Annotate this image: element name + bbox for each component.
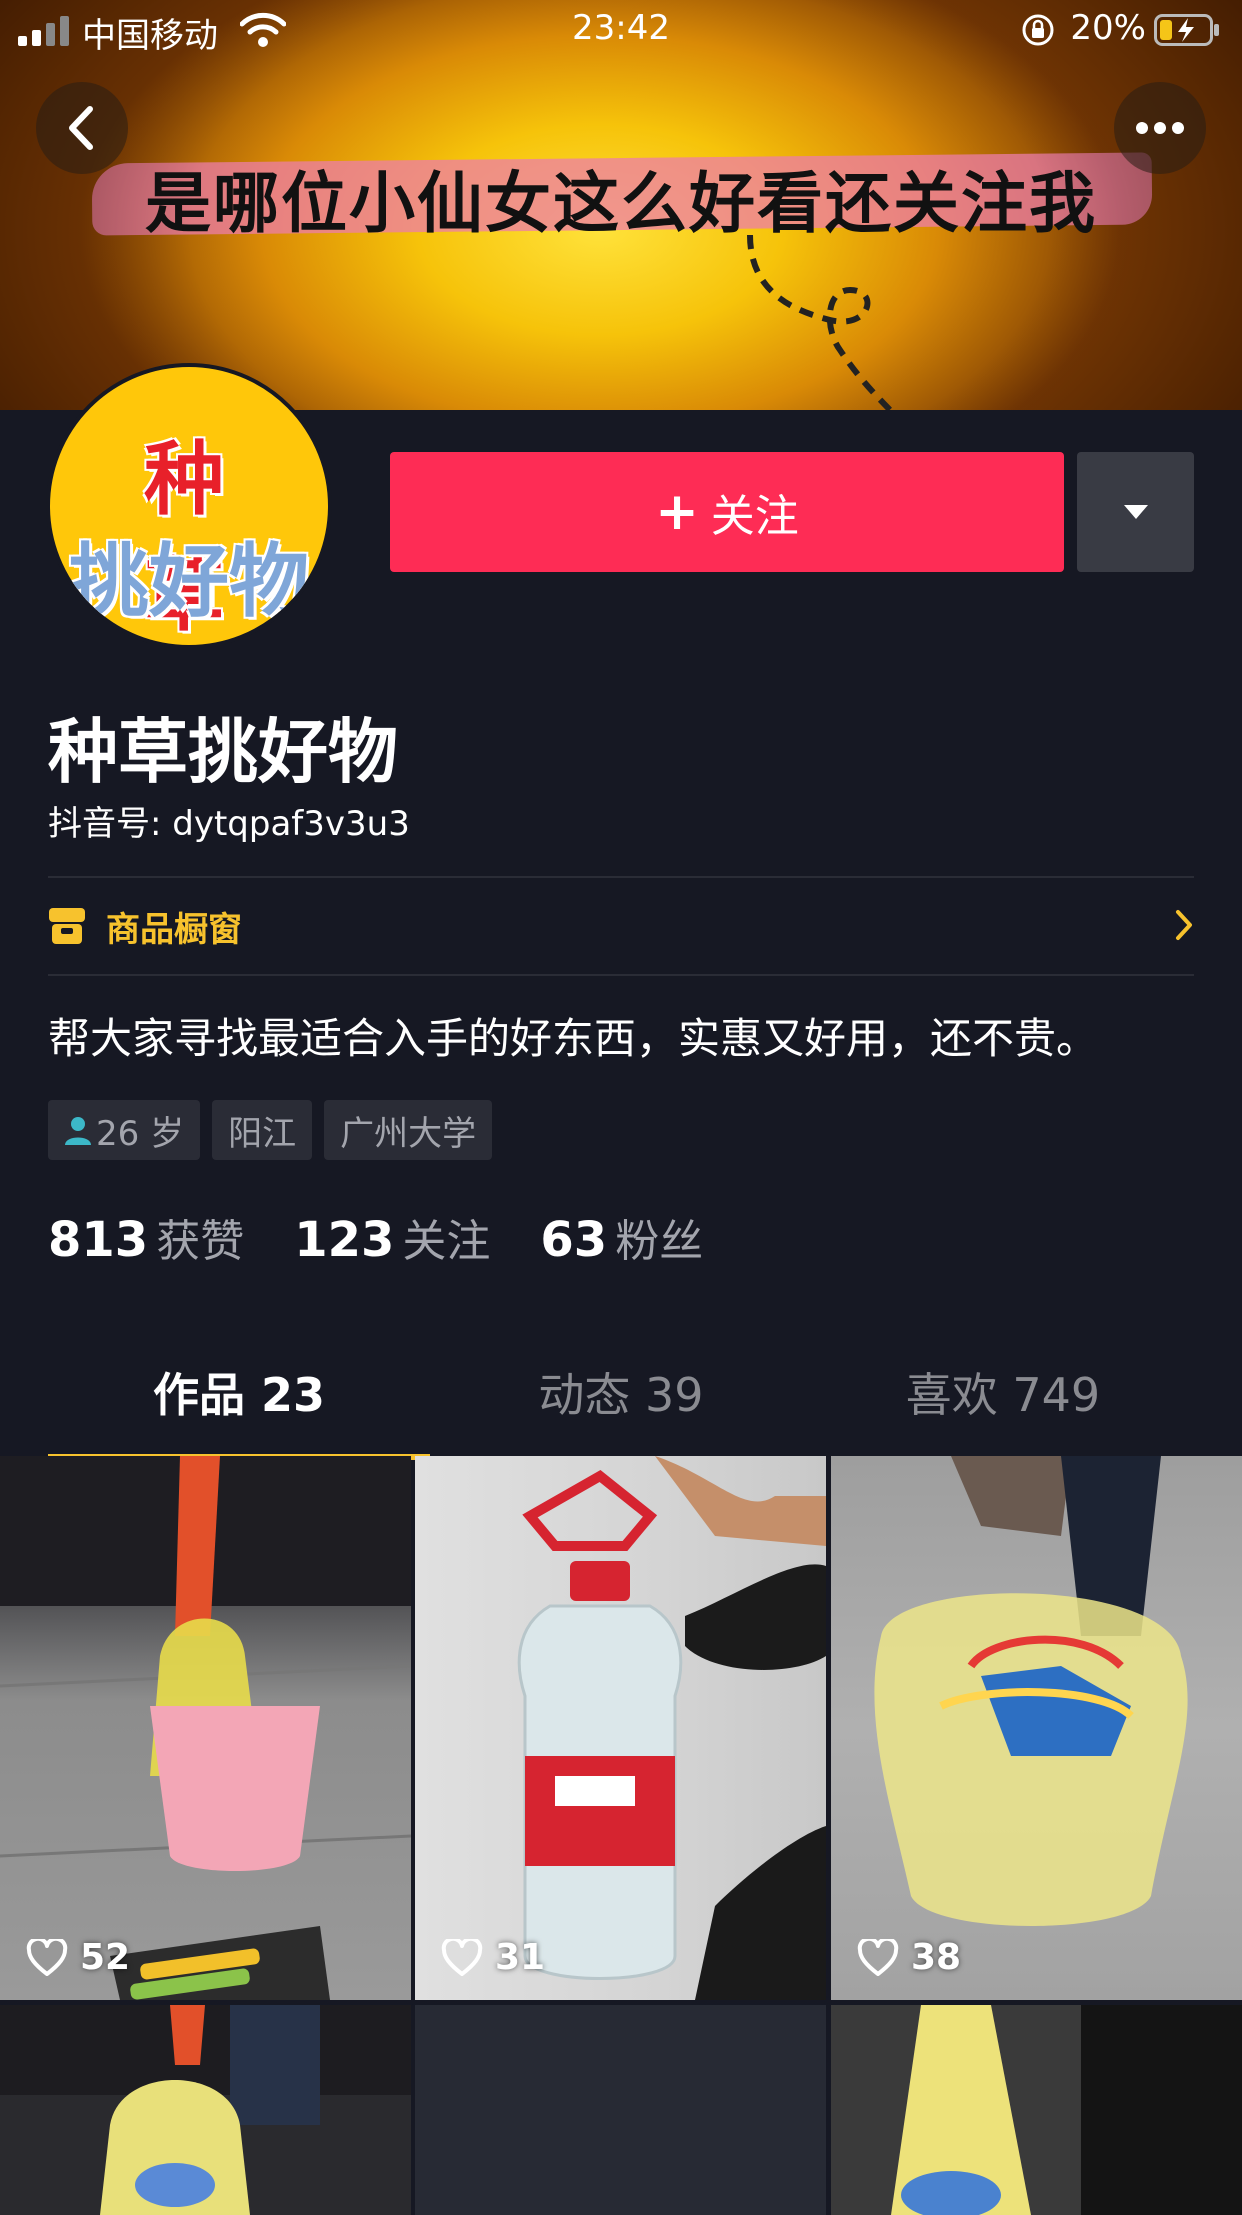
tag-age: 26 岁 <box>48 1100 201 1160</box>
chevron-right-icon <box>1176 910 1192 940</box>
video-thumbnail[interactable]: 38 <box>831 1456 1242 2000</box>
rotation-lock-icon <box>1022 14 1054 46</box>
profile-banner: 是哪位小仙女这么好看还关注我 <box>0 0 1242 410</box>
chevron-left-icon <box>69 106 93 150</box>
tab-liked[interactable]: 喜欢 749 <box>812 1330 1194 1454</box>
video-thumbnail[interactable] <box>0 2005 411 2215</box>
avatar-text-line2: 挑好物 <box>69 535 309 628</box>
follow-button[interactable]: + 关注 <box>390 452 1064 572</box>
profile-stats: 813 获赞 123 关注 63 粉丝 <box>48 1205 753 1269</box>
thumbnail-graphic <box>517 1456 826 2000</box>
battery-percentage: 20% <box>1070 8 1146 48</box>
stat-following[interactable]: 123 关注 <box>294 1205 490 1269</box>
shop-label: 商品橱窗 <box>106 909 242 950</box>
video-likes: 31 <box>441 1937 545 1978</box>
heart-outline-icon <box>441 1938 483 1976</box>
banner-slogan: 是哪位小仙女这么好看还关注我 <box>145 164 1097 242</box>
stat-fans[interactable]: 63 粉丝 <box>540 1205 703 1269</box>
profile-nickname: 种草挑好物 <box>48 711 398 793</box>
thumbnail-graphic <box>874 1456 1188 1926</box>
avatar[interactable]: 种 草 挑好物 <box>46 363 332 649</box>
back-button[interactable] <box>36 82 128 174</box>
product-showcase-link[interactable]: 商品橱窗 <box>48 878 1194 974</box>
more-options-button[interactable] <box>1114 82 1206 174</box>
video-thumbnail[interactable] <box>415 2005 826 2215</box>
follow-label: 关注 <box>710 491 799 542</box>
video-likes: 38 <box>857 1937 961 1978</box>
shop-icon <box>49 908 85 944</box>
plus-icon: + <box>655 482 699 542</box>
video-likes: 52 <box>26 1937 130 1978</box>
profile-bio: 帮大家寻找最适合入手的好东西，实惠又好用，还不贵。 <box>48 1014 1099 1063</box>
content-tabs: 作品 23 动态 39 喜欢 749 <box>48 1330 1194 1460</box>
battery-icon <box>1154 14 1219 46</box>
more-dots-icon <box>1136 122 1184 134</box>
video-thumbnail[interactable]: 31 <box>415 1456 826 2000</box>
heart-outline-icon <box>857 1938 899 1976</box>
video-thumbnail[interactable]: 52 <box>0 1456 411 2000</box>
stat-likes: 813 获赞 <box>48 1212 245 1268</box>
thumbnail-graphic <box>891 2005 1242 2215</box>
status-bar: 中国移动 23:42 20% <box>0 0 1242 60</box>
person-icon <box>65 1117 91 1145</box>
tag-school: 广州大学 <box>324 1100 493 1160</box>
video-thumbnail[interactable] <box>831 2005 1242 2215</box>
recommend-dropdown-button[interactable] <box>1077 452 1194 572</box>
thumbnail-graphic <box>0 2005 411 2215</box>
tab-dynamic[interactable]: 动态 39 <box>430 1330 812 1454</box>
divider <box>48 974 1194 976</box>
tab-works[interactable]: 作品 23 <box>48 1330 430 1460</box>
profile-tags: 26 岁 阳江 广州大学 <box>48 1100 493 1160</box>
banner-dashed-line <box>747 234 895 410</box>
tag-city: 阳江 <box>212 1100 313 1160</box>
heart-outline-icon <box>26 1938 68 1976</box>
thumbnail-graphic <box>0 1456 411 2000</box>
caret-down-icon <box>1123 505 1148 519</box>
douyin-id: 抖音号: dytqpaf3v3u3 <box>48 804 410 844</box>
